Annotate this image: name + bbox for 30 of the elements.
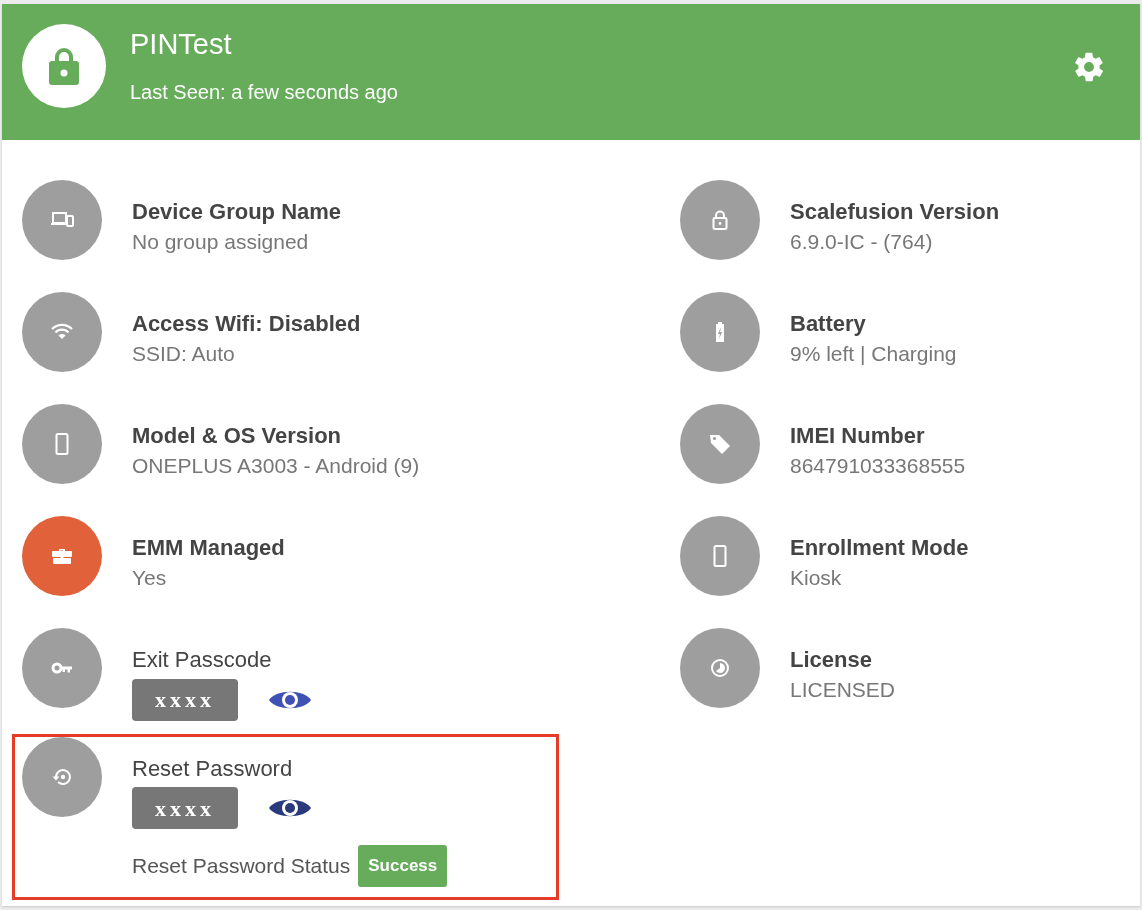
info-value: No group assigned (132, 228, 310, 255)
info-title: IMEI Number (790, 422, 926, 450)
masked-passcode: xxxx (132, 678, 238, 721)
status-label: Reset Password Status (132, 853, 351, 880)
info-title: Device Group Name (132, 198, 342, 226)
info-value: Yes (132, 564, 168, 591)
lock-icon (49, 47, 79, 85)
info-title: Exit Passcode (132, 646, 273, 674)
settings-icon[interactable] (1072, 50, 1106, 84)
info-title: Reset Password (132, 754, 294, 783)
last-seen-text: Last Seen: a few seconds ago (130, 80, 399, 105)
info-title: Enrollment Mode (790, 534, 969, 562)
info-value: SSID: Auto (132, 340, 236, 367)
info-title: Battery (790, 310, 867, 338)
tag-icon (708, 432, 732, 456)
info-value: 9% left | Charging (790, 340, 957, 367)
info-title: Access Wifi: Disabled (132, 310, 361, 338)
info-value: LICENSED (790, 676, 896, 703)
pie-clock-icon (708, 656, 732, 680)
info-title: License (790, 646, 873, 674)
device-name: PINTest (130, 30, 233, 59)
info-title: EMM Managed (132, 534, 285, 562)
info-value: 6.9.0-IC - (764) (790, 228, 934, 255)
masked-passcode: xxxx (132, 787, 238, 830)
info-value: Kiosk (790, 564, 843, 591)
info-value: ONEPLUS A3003 - Android (9) (132, 452, 420, 479)
info-title: Scalefusion Version (790, 198, 1000, 226)
status-badge: Success (358, 845, 448, 887)
info-value: 864791033368555 (790, 452, 966, 479)
info-title: Model & OS Version (132, 422, 343, 450)
